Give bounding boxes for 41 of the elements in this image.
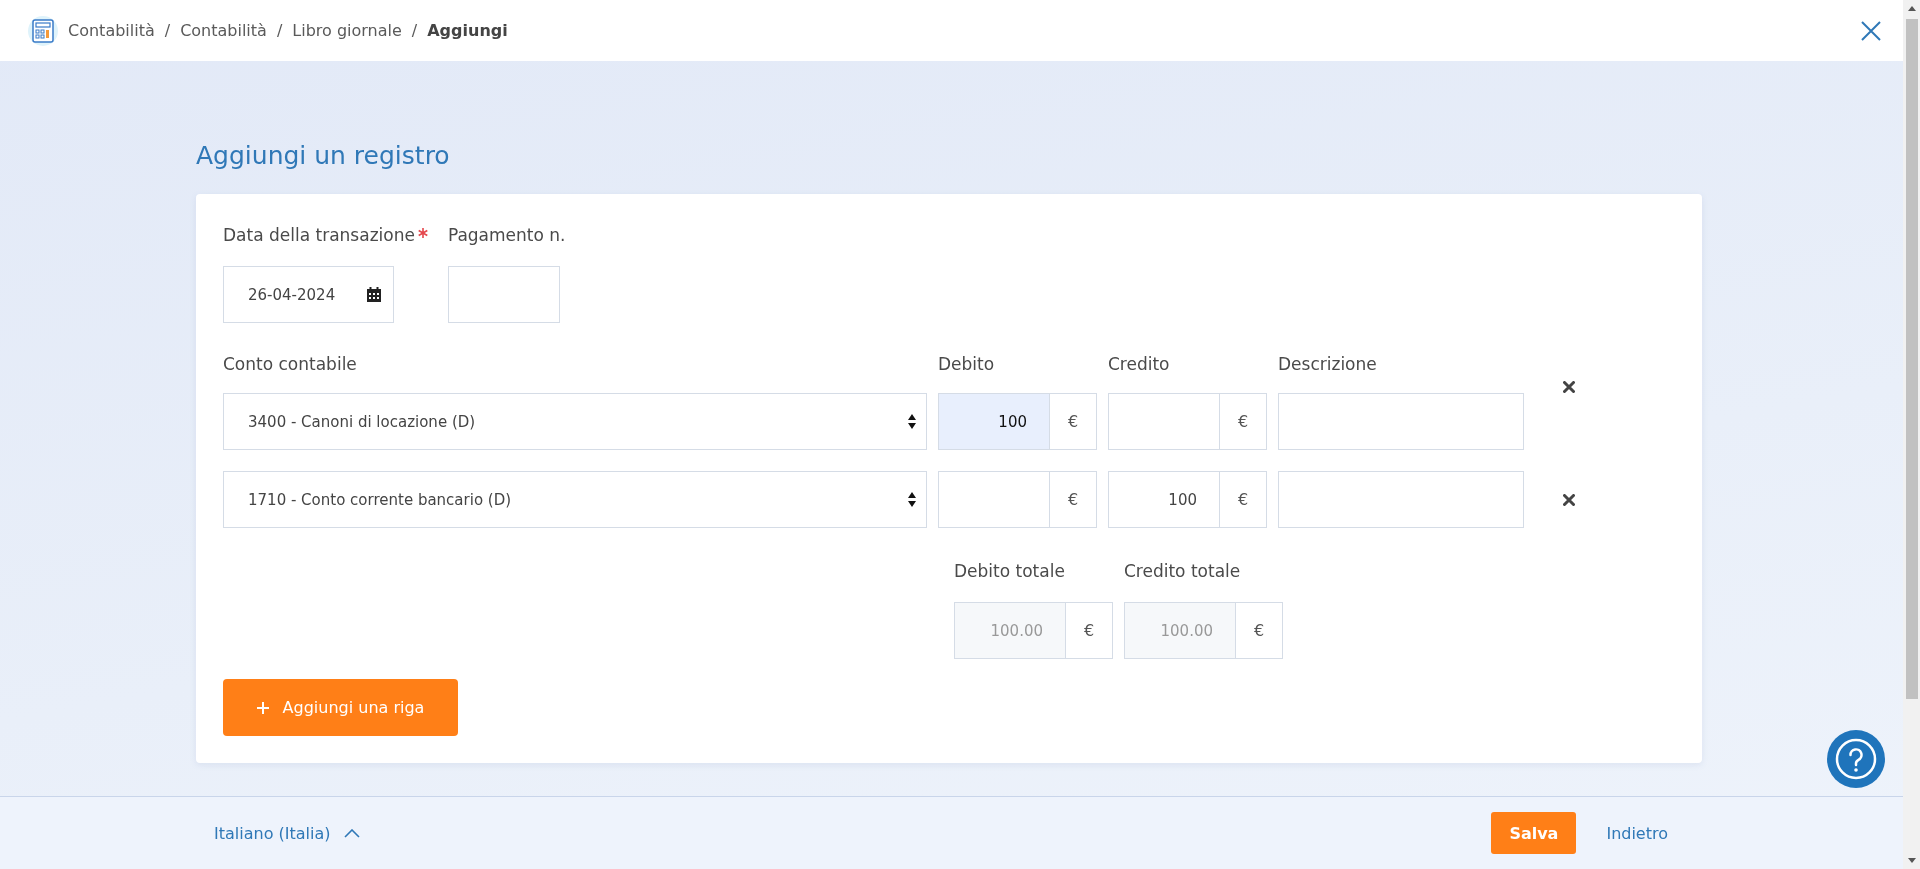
total-field: 100.00 €: [1124, 602, 1283, 659]
breadcrumb-link[interactable]: Contabilità: [68, 21, 155, 40]
description-field[interactable]: [1278, 393, 1524, 450]
breadcrumb-link[interactable]: Libro giornale: [292, 21, 402, 40]
description-field[interactable]: [1278, 471, 1524, 528]
calendar-icon: [367, 287, 381, 302]
field-label: Pagamento n.: [447, 224, 566, 246]
breadcrumb-separator: /: [276, 21, 283, 40]
credit-field[interactable]: €: [1108, 393, 1267, 450]
page-title: Aggiungi un registro: [196, 141, 451, 171]
help-icon[interactable]: [1827, 730, 1885, 788]
debit-field[interactable]: 100 €: [938, 393, 1097, 450]
account-select[interactable]: 3400 - Canoni di locazione (D): [223, 393, 927, 450]
column-header: Descrizione: [1278, 353, 1378, 375]
breadcrumb-link[interactable]: Contabilità: [180, 21, 267, 40]
chevron-up-icon: [344, 828, 361, 838]
account-select[interactable]: 1710 - Conto corrente bancario (D): [223, 471, 927, 528]
field-label: Data della transazione: [223, 224, 415, 246]
calculator-icon[interactable]: [28, 15, 58, 46]
field-label: Credito totale: [1124, 560, 1242, 582]
sort-arrows-icon: [908, 414, 916, 429]
field-label: Debito totale: [954, 560, 1066, 582]
payment-number-field[interactable]: [447, 266, 560, 323]
date-field[interactable]: 26-04-2024: [223, 266, 394, 323]
breadcrumb-separator: /: [411, 21, 418, 40]
credit-field[interactable]: 100 €: [1108, 471, 1267, 528]
breadcrumb-current: Aggiungi: [427, 21, 508, 40]
total-field: 100.00 €: [954, 602, 1113, 659]
debit-field[interactable]: €: [938, 471, 1097, 528]
sort-arrows-icon: [908, 492, 916, 507]
remove-icon[interactable]: [1563, 381, 1575, 393]
column-header: Conto contabile: [223, 353, 358, 375]
breadcrumb-separator: /: [164, 21, 171, 40]
back-link[interactable]: Indietro: [1606, 823, 1668, 843]
language-selector[interactable]: Italiano (Italia): [214, 823, 361, 843]
close-icon[interactable]: [1861, 20, 1881, 41]
scrollbar[interactable]: [1903, 0, 1920, 869]
column-header: Debito: [938, 353, 996, 375]
column-header: Credito: [1108, 353, 1171, 375]
remove-icon[interactable]: [1563, 493, 1575, 506]
plus-icon: [256, 701, 269, 714]
